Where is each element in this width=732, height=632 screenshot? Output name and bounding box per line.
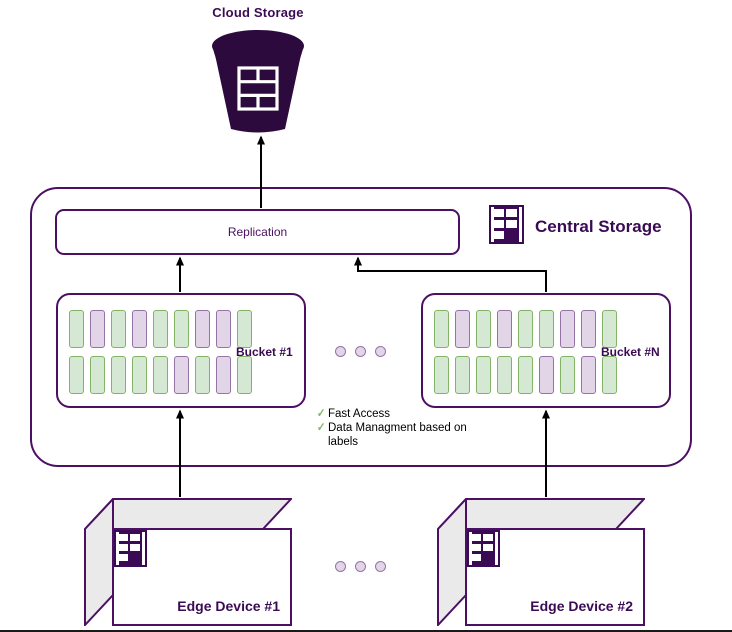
ellipsis-dot bbox=[335, 346, 346, 357]
storage-bar bbox=[153, 356, 168, 394]
storage-rack-icon bbox=[114, 530, 147, 567]
storage-bar bbox=[195, 356, 210, 394]
bucket-1-row-top bbox=[69, 310, 252, 348]
storage-bar bbox=[476, 356, 491, 394]
ellipsis-dot bbox=[355, 561, 366, 572]
central-storage-title: Central Storage bbox=[535, 217, 662, 236]
bucket-1-bar-grid bbox=[69, 310, 252, 394]
storage-bar bbox=[497, 310, 512, 348]
storage-bar bbox=[581, 356, 596, 394]
storage-bar bbox=[476, 310, 491, 348]
storage-bar bbox=[216, 310, 231, 348]
bucket-n-row-bottom bbox=[434, 356, 617, 394]
feature-item: ✓ Fast Access bbox=[316, 407, 491, 421]
storage-bar bbox=[539, 356, 554, 394]
storage-bar bbox=[111, 356, 126, 394]
feature-label: Fast Access bbox=[328, 408, 390, 420]
storage-rack-icon bbox=[489, 205, 524, 249]
storage-bar bbox=[237, 310, 252, 348]
storage-bar bbox=[581, 310, 596, 348]
cloud-storage-bucket-icon bbox=[207, 28, 309, 134]
edge-device-1-label: Edge Device #1 bbox=[177, 598, 280, 614]
ellipsis-dot bbox=[375, 561, 386, 572]
storage-bar bbox=[434, 356, 449, 394]
edge-device-2-label: Edge Device #2 bbox=[530, 598, 633, 614]
storage-bar bbox=[153, 310, 168, 348]
feature-label: Data Managment based on labels bbox=[328, 422, 467, 448]
replication-box[interactable]: Replication bbox=[55, 209, 460, 255]
storage-bar bbox=[455, 310, 470, 348]
storage-bar bbox=[560, 310, 575, 348]
storage-bar bbox=[518, 310, 533, 348]
storage-bar bbox=[497, 356, 512, 394]
check-icon: ✓ bbox=[316, 420, 326, 434]
storage-bar bbox=[455, 356, 470, 394]
storage-bar bbox=[216, 356, 231, 394]
storage-bar bbox=[90, 356, 105, 394]
check-icon: ✓ bbox=[316, 406, 326, 420]
storage-bar bbox=[539, 310, 554, 348]
storage-bar bbox=[560, 356, 575, 394]
storage-bar bbox=[195, 310, 210, 348]
bucket-ellipsis-dots bbox=[335, 346, 386, 357]
storage-bar bbox=[434, 310, 449, 348]
bucket-n-row-top bbox=[434, 310, 617, 348]
storage-bar bbox=[602, 356, 617, 394]
ellipsis-dot bbox=[375, 346, 386, 357]
bucket-1-row-bottom bbox=[69, 356, 252, 394]
replication-label: Replication bbox=[227, 225, 288, 239]
storage-bar bbox=[111, 310, 126, 348]
ellipsis-dot bbox=[335, 561, 346, 572]
storage-bar bbox=[602, 310, 617, 348]
storage-bar bbox=[132, 310, 147, 348]
edge-device-1[interactable]: Edge Device #1 bbox=[84, 498, 292, 626]
bucket-n-bar-grid bbox=[434, 310, 617, 394]
storage-bar bbox=[518, 356, 533, 394]
storage-bar bbox=[90, 310, 105, 348]
storage-bar bbox=[132, 356, 147, 394]
storage-bar bbox=[69, 356, 84, 394]
bucket-1-label: Bucket #1 bbox=[236, 345, 293, 359]
storage-bar bbox=[69, 310, 84, 348]
storage-bar bbox=[237, 356, 252, 394]
diagram-canvas: Cloud Storage Central Storage Replicatio… bbox=[0, 0, 732, 632]
bucket-n-label: Bucket #N bbox=[601, 345, 660, 359]
device-ellipsis-dots bbox=[335, 561, 386, 572]
storage-bar bbox=[174, 310, 189, 348]
central-storage-feature-list: ✓ Fast Access ✓ Data Managment based on lab… bbox=[316, 407, 491, 449]
storage-rack-icon bbox=[467, 530, 500, 567]
storage-bar bbox=[174, 356, 189, 394]
central-storage-badge: Central Storage bbox=[489, 205, 662, 249]
ellipsis-dot bbox=[355, 346, 366, 357]
edge-device-2[interactable]: Edge Device #2 bbox=[437, 498, 645, 626]
feature-item: ✓ Data Managment based on labels bbox=[316, 421, 491, 449]
cloud-storage-label: Cloud Storage bbox=[212, 5, 304, 20]
